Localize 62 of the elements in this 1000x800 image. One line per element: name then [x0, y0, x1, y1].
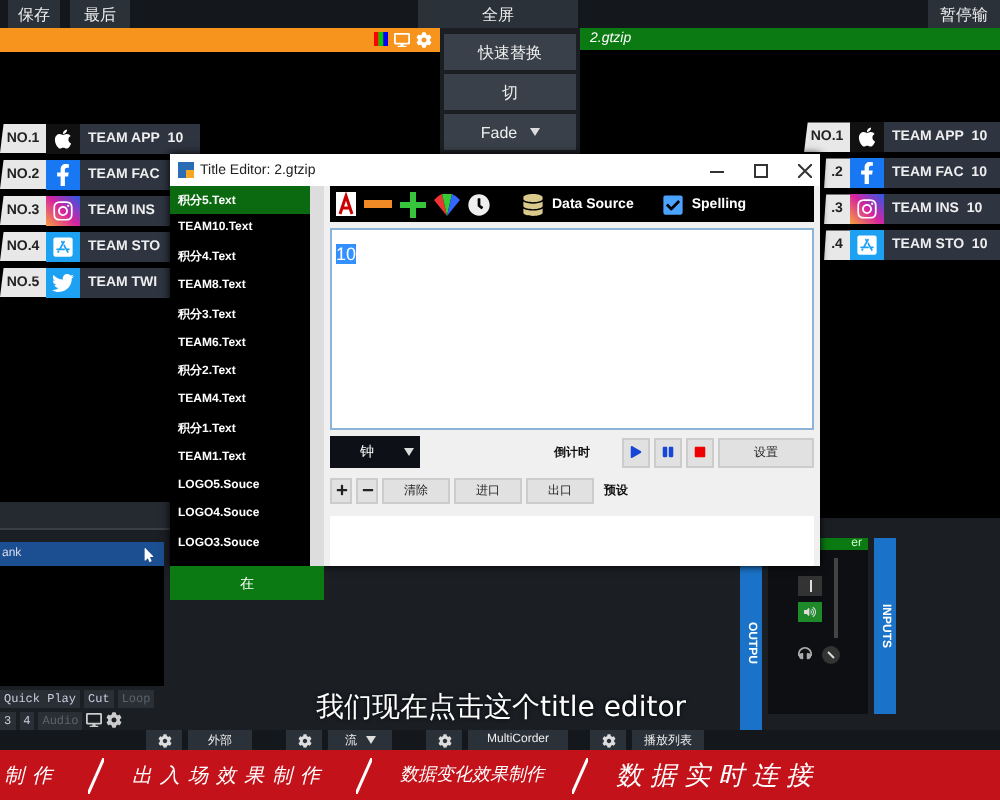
- gear-icon: [157, 733, 171, 747]
- subtitle: 我们现在点击这个title editor: [316, 690, 687, 726]
- checkbox-icon[interactable]: [661, 193, 684, 215]
- play-icon: [630, 446, 642, 458]
- grid-icon: [178, 162, 194, 178]
- remove-button[interactable]: [356, 477, 378, 503]
- clock-icon[interactable]: [468, 193, 490, 215]
- settings-button[interactable]: [146, 730, 182, 750]
- cursor-icon: [142, 547, 156, 561]
- gear-icon: [297, 733, 311, 747]
- settings-button[interactable]: [286, 730, 322, 750]
- bird-icon: [46, 267, 80, 298]
- speaker-icon[interactable]: [798, 601, 822, 621]
- minus-icon: [361, 484, 373, 496]
- letter-a-icon: [46, 231, 80, 262]
- add-button[interactable]: [330, 477, 352, 503]
- pause-button[interactable]: [654, 437, 682, 467]
- toolbar-button[interactable]: 最后: [70, 0, 130, 28]
- maximize-icon[interactable]: [754, 163, 768, 177]
- plus-icon[interactable]: [400, 191, 426, 217]
- transition-button[interactable]: 切: [444, 74, 576, 110]
- camera-icon: [850, 194, 884, 225]
- close-icon[interactable]: [798, 163, 812, 177]
- pause-icon: [662, 446, 674, 458]
- banner-text: 数据实时连接: [616, 757, 820, 793]
- line-icon: [809, 579, 811, 591]
- settings-icon[interactable]: [106, 712, 123, 730]
- letter-f-icon: [46, 159, 80, 190]
- stop-button[interactable]: [686, 437, 714, 467]
- fullscreen-button[interactable]: 全屏: [418, 0, 578, 28]
- gear-icon: [601, 733, 615, 747]
- gear-icon: [437, 733, 451, 747]
- toolbar-button[interactable]: 保存: [8, 0, 60, 28]
- solo-button[interactable]: [798, 575, 822, 595]
- letter-a-icon: [850, 230, 884, 261]
- plus-icon: [335, 484, 347, 496]
- transition-button[interactable]: Fade: [444, 114, 576, 150]
- transition-button[interactable]: 快速替换: [444, 34, 576, 70]
- settings-button[interactable]: [590, 730, 626, 750]
- banner-text: 出入场效果制作: [132, 763, 328, 789]
- color-fan-icon[interactable]: [434, 193, 460, 215]
- caret-icon: [404, 448, 414, 456]
- toolbar-button[interactable]: 暂停输: [928, 0, 1000, 28]
- slash-divider: [88, 757, 104, 793]
- slash-divider: [356, 757, 372, 793]
- letter-f-icon: [850, 158, 884, 189]
- apple-icon: [46, 123, 80, 154]
- stop-icon: [694, 446, 706, 458]
- monitor-icon[interactable]: [86, 712, 103, 730]
- banner-text: 制作: [4, 763, 60, 789]
- font-icon[interactable]: [336, 192, 356, 216]
- banner-text: 数据变化效果制作: [400, 762, 544, 788]
- scrollbar[interactable]: [310, 186, 324, 566]
- color-bars-icon[interactable]: [374, 32, 388, 47]
- apple-icon: [850, 122, 884, 153]
- knob-icon[interactable]: [821, 646, 839, 664]
- camera-icon: [46, 195, 80, 226]
- headphones-icon[interactable]: [797, 646, 811, 660]
- database-icon[interactable]: [522, 193, 544, 215]
- play-button[interactable]: [622, 437, 650, 467]
- settings-button[interactable]: [426, 730, 462, 750]
- slash-divider: [572, 757, 588, 793]
